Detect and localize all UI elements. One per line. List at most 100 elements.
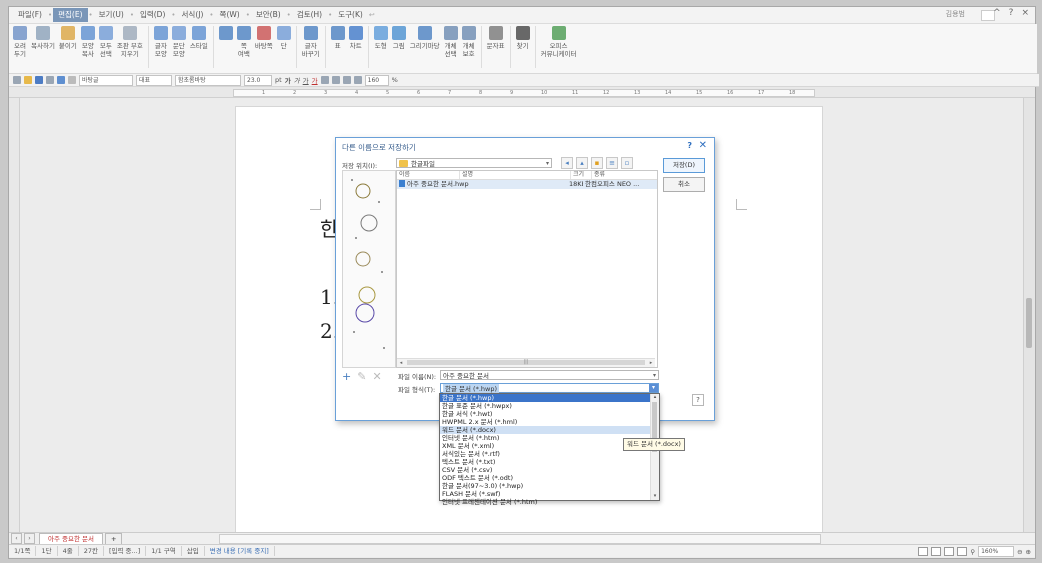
menu-item[interactable]: 보안(B) — [251, 8, 286, 22]
ribbon-button-select-all[interactable]: 모두 선택 — [97, 24, 115, 58]
menu-item[interactable]: 쪽(W) — [215, 8, 245, 22]
line-spacing-input[interactable]: 160 — [364, 74, 389, 86]
underline-icon[interactable]: 가 — [303, 75, 309, 85]
close-icon[interactable]: × — [1021, 8, 1029, 18]
italic-icon[interactable]: 가 — [294, 75, 300, 85]
filetype-option[interactable]: CSV 문서 (*.csv) — [440, 466, 659, 474]
style-select[interactable]: 바탕글 — [79, 74, 133, 86]
ribbon-button-char-shape[interactable]: 글자 모양 — [152, 24, 170, 58]
track-changes-status[interactable]: 변경 내용 [기록 중지] — [205, 546, 275, 556]
bold-icon[interactable]: 가 — [285, 75, 291, 85]
cancel-button[interactable]: 취소 — [663, 177, 705, 192]
menu-item[interactable]: 도구(K) — [333, 8, 368, 22]
tab-prev-icon[interactable]: ‹ — [11, 533, 22, 544]
font-size-input[interactable]: 23.0 — [244, 74, 272, 86]
open-icon[interactable] — [24, 76, 32, 84]
file-list-scrollbar[interactable]: ◂ ||| ▸ — [397, 358, 655, 367]
ribbon-button-shape[interactable]: 도형 — [372, 24, 390, 50]
quick-access-icon[interactable]: ↩ — [368, 11, 376, 19]
zoom-select[interactable]: 160% — [978, 546, 1015, 557]
save-button[interactable]: 저장(D) — [663, 158, 705, 173]
zoom-out-icon[interactable]: ⊖ — [1017, 548, 1022, 556]
file-row[interactable]: 아주 중요한 문서.hwp 18KB 한컴오피스 NEO ... — [397, 180, 657, 189]
filetype-option[interactable]: FLASH 문서 (*.swf) — [440, 490, 659, 498]
chevron-down-icon[interactable]: ▾ — [649, 384, 658, 392]
places-sidebar[interactable] — [342, 170, 396, 368]
menu-item[interactable]: 입력(D) — [135, 8, 170, 22]
ribbon-button-style[interactable]: 스타일 — [188, 24, 210, 50]
view-mode-icon[interactable]: ≡ — [606, 157, 618, 169]
column-name[interactable]: 이름 — [397, 171, 460, 179]
view-full-icon[interactable] — [957, 547, 968, 556]
preview-icon[interactable]: ▫ — [621, 157, 633, 169]
ribbon-button-paste[interactable]: 붙이기 — [57, 24, 79, 50]
vertical-ruler[interactable] — [9, 98, 20, 532]
scroll-down-icon[interactable]: ▾ — [651, 493, 659, 500]
ribbon-button-replace-char[interactable]: 글자 바꾸기 — [300, 24, 322, 58]
scroll-left-icon[interactable]: ◂ — [397, 359, 405, 367]
new-document-icon[interactable] — [13, 76, 21, 84]
filename-input[interactable]: 아주 중요한 문서 ▾ — [440, 370, 659, 380]
font-select[interactable]: 함초롬바탕 — [175, 74, 241, 86]
ribbon-collapse-icon[interactable]: ^ — [993, 8, 1001, 18]
ribbon-button-para-shape[interactable]: 문단 모양 — [170, 24, 188, 58]
horizontal-scrollbar[interactable] — [219, 534, 821, 544]
undo-icon[interactable] — [57, 76, 65, 84]
view-normal-icon[interactable] — [918, 547, 929, 556]
menu-item[interactable]: 편집(E) — [53, 8, 88, 22]
vertical-scrollbar[interactable] — [1023, 98, 1035, 532]
add-place-icon[interactable]: + — [342, 370, 351, 383]
scroll-right-icon[interactable]: ▸ — [647, 359, 655, 367]
column-type[interactable]: 종류 — [592, 171, 654, 179]
new-folder-icon[interactable]: ▪ — [591, 157, 603, 169]
ribbon-button-communicator[interactable]: 오피스 커뮤니케이터 — [539, 24, 579, 58]
filetype-option[interactable]: 한글 문서 (*.hwp) — [440, 394, 659, 402]
horizontal-ruler[interactable]: 1 2 3 4 5 6 7 8 9 10 11 12 13 14 15 16 17 18 — [9, 87, 1035, 98]
status-item[interactable]: 1단 — [36, 546, 58, 556]
font-color-icon[interactable]: 가 — [312, 75, 318, 85]
ribbon-button-find[interactable]: 찾기 — [514, 24, 532, 50]
zoom-icon[interactable]: ⚲ — [970, 548, 975, 556]
filetype-option[interactable]: HWPML 2.x 문서 (*.hml) — [440, 418, 659, 426]
ribbon-button-picture[interactable]: 그림 — [390, 24, 408, 50]
up-folder-icon[interactable]: ▴ — [576, 157, 588, 169]
help-button[interactable]: ? — [692, 394, 704, 406]
ribbon-button-table[interactable]: 표 — [329, 24, 347, 50]
ribbon-button-copy[interactable]: 복사하기 — [29, 24, 57, 50]
filetype-option[interactable]: 워드 문서 (*.docx) — [440, 426, 659, 434]
dialog-help-icon[interactable]: ? — [687, 141, 692, 150]
view-page-icon[interactable] — [931, 547, 942, 556]
filetype-option[interactable]: 한글 문서(97~3.0) (*.hwp) — [440, 482, 659, 490]
zoom-in-icon[interactable]: ⊕ — [1026, 548, 1031, 556]
status-item[interactable]: 4줄 — [58, 546, 79, 556]
menu-item[interactable]: 서식(J) — [177, 8, 209, 22]
status-item[interactable]: 삽입 — [182, 546, 205, 556]
ribbon-button-master-page[interactable]: 바탕쪽 — [253, 24, 275, 50]
align-left-icon[interactable] — [320, 76, 329, 84]
menu-item[interactable]: 보기(U) — [94, 8, 129, 22]
redo-icon[interactable] — [68, 76, 76, 84]
ribbon-button-columns[interactable]: 단 — [275, 24, 293, 50]
column-desc[interactable]: 설명 — [460, 171, 571, 179]
ribbon-button-scissors[interactable]: 오려 두기 — [11, 24, 29, 58]
filetype-option[interactable]: ODF 텍스트 문서 (*.odt) — [440, 474, 659, 482]
align-right-icon[interactable] — [342, 76, 351, 84]
ribbon-button-margin[interactable]: 쪽 여백 — [235, 24, 253, 58]
filetype-option[interactable]: 텍스트 문서 (*.txt) — [440, 458, 659, 466]
scrollbar-thumb[interactable]: ||| — [407, 360, 645, 365]
menu-item[interactable]: 파일(F) — [13, 8, 47, 22]
filetype-option[interactable]: 인터넷 프레젠테이션 문서 (*.htm) — [440, 498, 659, 506]
dialog-close-icon[interactable]: ✕ — [699, 140, 707, 151]
ribbon-button-object-protect[interactable]: 개체 보호 — [460, 24, 478, 58]
column-size[interactable]: 크기 — [571, 171, 592, 179]
back-icon[interactable]: ◂ — [561, 157, 573, 169]
ribbon-button-object-select[interactable]: 개체 선택 — [442, 24, 460, 58]
ribbon-button-page-layout[interactable] — [217, 24, 235, 42]
scrollbar-thumb[interactable] — [1026, 298, 1032, 348]
location-combo[interactable]: 한글파일 ▾ — [396, 158, 552, 168]
scroll-up-icon[interactable]: ▴ — [651, 394, 659, 401]
ribbon-button-clipart[interactable]: 그리기마당 — [408, 24, 442, 50]
ribbon-button-format-painter[interactable]: 모양 복사 — [79, 24, 97, 58]
justify-icon[interactable] — [353, 76, 362, 84]
menu-item[interactable]: 검토(H) — [292, 8, 327, 22]
